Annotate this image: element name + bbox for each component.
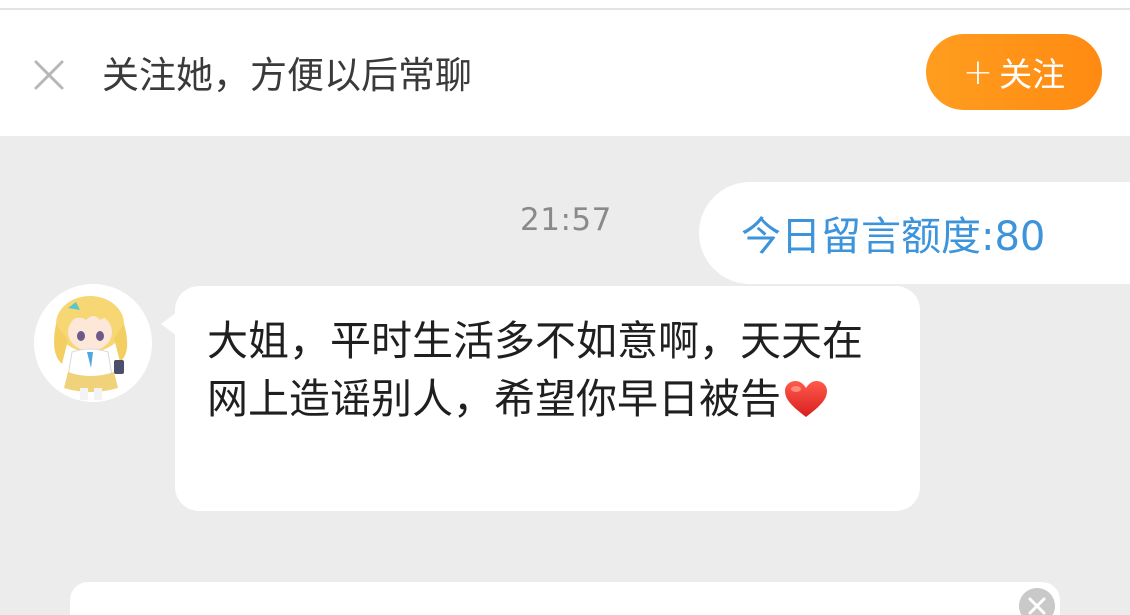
message-text-block: 大姐，平时生活多不如意啊，天天在网上造谣别人，希望你早日被告 (207, 312, 886, 428)
message-text: 大姐，平时生活多不如意啊，天天在网上造谣别人，希望你早日被告 (207, 317, 863, 423)
status-divider (0, 0, 1130, 10)
quota-bubble: 今日留言额度:80 (699, 182, 1130, 284)
message-timestamp: 21:57 (520, 202, 612, 238)
anime-girl-avatar (34, 284, 152, 402)
follow-banner: 关注她，方便以后常聊 + 关注 (0, 10, 1130, 136)
message-input[interactable] (70, 582, 1060, 615)
heart-icon (785, 381, 827, 417)
incoming-message-bubble: 大姐，平时生活多不如意啊，天天在网上造谣别人，希望你早日被告 (161, 286, 920, 511)
plus-icon: + (962, 51, 994, 93)
close-icon[interactable] (30, 56, 68, 94)
follow-prompt: 关注她，方便以后常聊 (102, 54, 472, 97)
follow-button[interactable]: + 关注 (926, 34, 1102, 110)
quota-text: 今日留言额度:80 (741, 214, 1046, 260)
avatar[interactable] (34, 284, 152, 402)
follow-button-label: 关注 (999, 55, 1066, 94)
